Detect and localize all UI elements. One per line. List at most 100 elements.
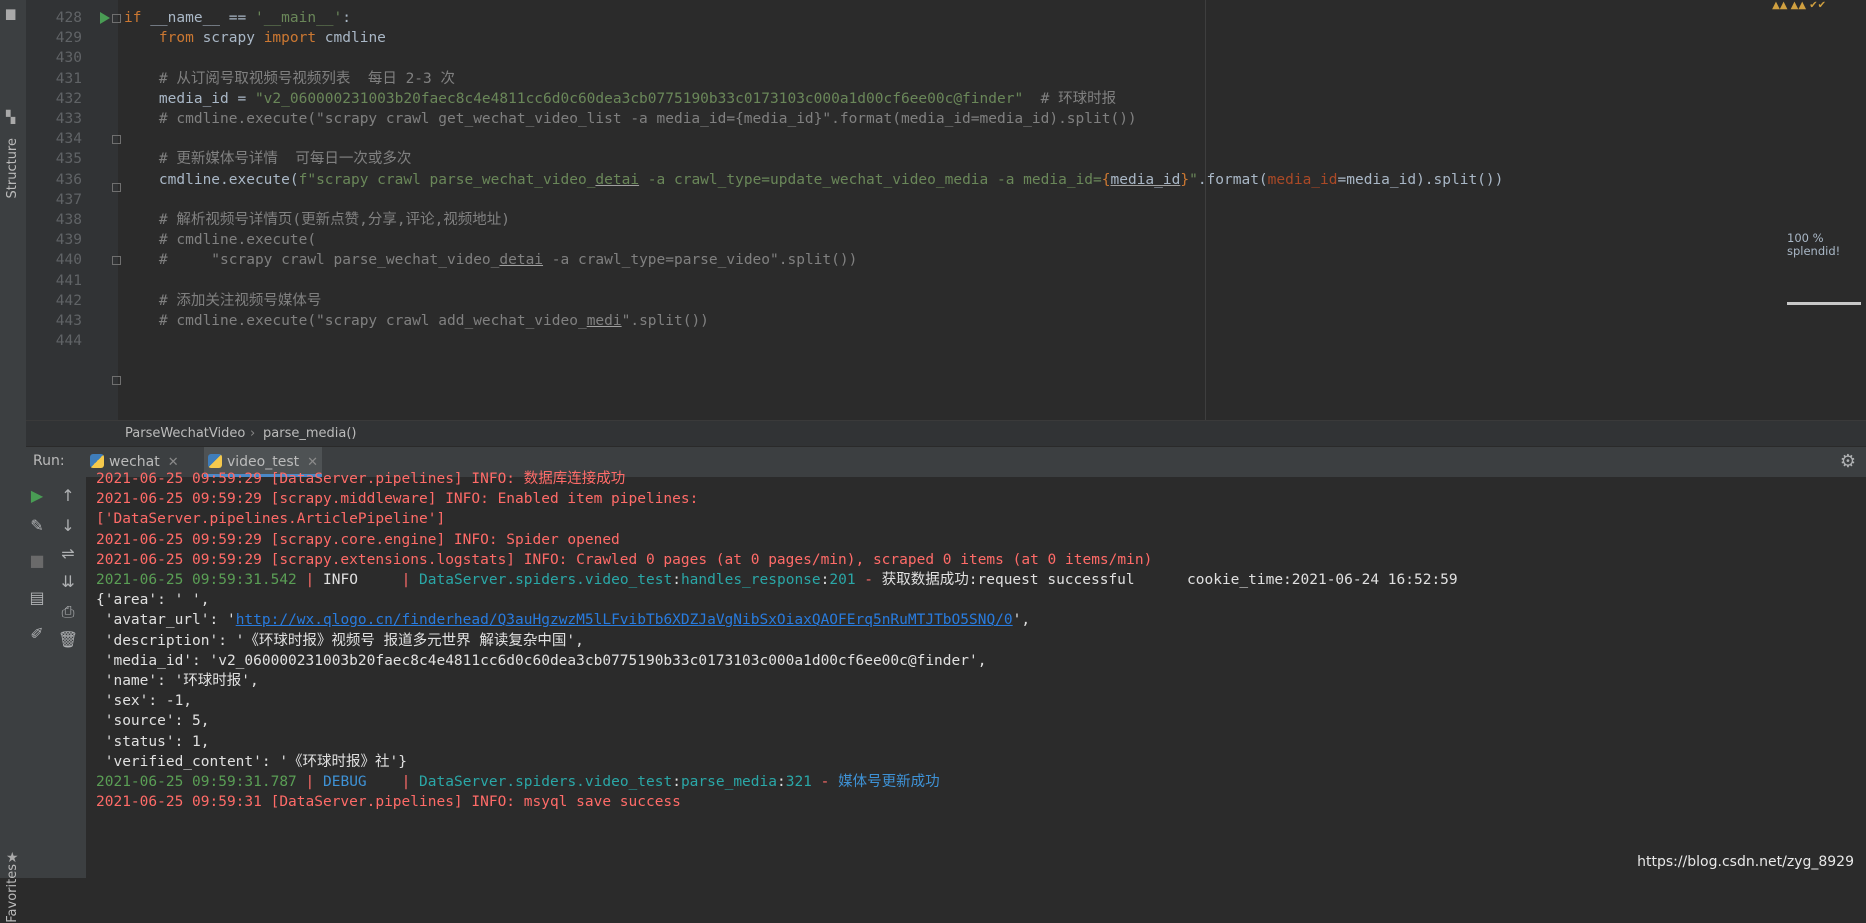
project-tool-button[interactable]: ▆ — [0, 6, 26, 26]
inspection-status: 100 % splendid! — [1787, 232, 1861, 258]
code-token: medi — [586, 313, 622, 329]
line-number: 444 — [55, 333, 82, 350]
structure-icon: ▚ — [6, 110, 16, 124]
code-token: detai — [499, 252, 544, 269]
stop-icon[interactable]: ■ — [26, 550, 48, 572]
code-token: import — [263, 30, 325, 47]
trash-icon[interactable]: 🗑 — [57, 629, 79, 651]
arrow-down-icon[interactable]: ↓ — [57, 515, 79, 537]
console-token: {'area': ' ', — [96, 592, 210, 609]
code-token: "v2_060000231003b20faec8c4e4811cc6d0c60d… — [254, 90, 1024, 107]
favorites-label: Favorites — [5, 864, 20, 923]
run-toolbar: ▶ ↑ ✎ ↓ ⇌ ■ ⇊ ▤ ⎙ ✐ 🗑 — [26, 477, 86, 878]
console-token: handles_response — [680, 572, 821, 588]
console-token: DataServer.spiders.video_test — [419, 572, 673, 588]
console-token: 2021-06-25 09:59:29 [scrapy.middleware] … — [96, 491, 699, 508]
console-output[interactable]: 2021-06-25 09:59:29 [DataServer.pipeline… — [86, 471, 1866, 878]
code-token: f"scrapy crawl parse_wechat_video_ — [298, 171, 596, 188]
fold-marker-icon[interactable] — [112, 256, 121, 265]
console-token: DataServer.spiders.video_test — [419, 774, 673, 790]
console-token: 'status': 1, — [96, 733, 210, 750]
breadcrumb: ParseWechatVideo › parse_media() — [26, 420, 1866, 447]
code-token: # 从订阅号取视频号视频列表 每日 2-3 次 — [124, 70, 455, 87]
code-line[interactable]: 444 — [26, 329, 1826, 353]
scroll-to-end-icon[interactable]: ⇊ — [57, 571, 79, 593]
code-token: detai — [595, 171, 640, 188]
code-token: } — [1180, 171, 1190, 188]
star-icon: ★ — [6, 850, 19, 866]
favorites-tool-button[interactable]: Favorites — [0, 780, 26, 923]
folder-icon: ▆ — [6, 6, 16, 20]
code-token: ".split()) — [621, 313, 709, 329]
code-token: { — [1101, 171, 1111, 188]
console-token: | — [296, 572, 323, 588]
code-token: -a crawl_type=update_wechat_video_media … — [639, 171, 1102, 188]
console-token: 获取数据成功:request successful cookie_time:20… — [881, 572, 1458, 588]
console-token: 'sex': -1, — [96, 693, 193, 710]
fold-marker-icon[interactable] — [112, 14, 121, 23]
console-token: - — [811, 774, 839, 790]
console-token: INFO — [323, 572, 393, 588]
console-token: : — [776, 774, 786, 790]
console-token: ', — [1012, 612, 1031, 629]
code-token: .format( — [1197, 171, 1268, 188]
console-token: 201 — [829, 572, 856, 588]
gear-icon[interactable]: ⚙ — [1840, 451, 1856, 472]
code-token: " — [1189, 171, 1198, 188]
pin-icon[interactable]: ✐ — [26, 623, 48, 645]
code-token: =media_id).split()) — [1337, 171, 1504, 188]
code-token: media_id — [1110, 171, 1181, 188]
breadcrumb-class[interactable]: ParseWechatVideo — [125, 421, 245, 447]
console-token: DEBUG — [323, 774, 393, 790]
inspection-text: splendid! — [1787, 244, 1841, 258]
console-token: 媒体号更新成功 — [838, 774, 940, 790]
arrow-up-icon[interactable]: ↑ — [57, 485, 79, 507]
python-icon — [208, 454, 222, 468]
code-token: cmdline.execute( — [124, 171, 299, 188]
console-token: | — [392, 572, 420, 588]
console-token: 'name': '环球时报', — [96, 673, 259, 689]
console-line: 2021-06-25 09:59:31 [DataServer.pipeline… — [96, 790, 681, 814]
code-token: media_id = — [124, 90, 255, 107]
console-token: 'verified_content': '《环球时报》社'} — [96, 753, 408, 770]
console-token: 2021-06-25 09:59:29 [scrapy.core.engine]… — [96, 531, 620, 548]
print-icon[interactable]: ⎙ — [57, 601, 79, 623]
console-token: 'avatar_url': ' — [96, 612, 236, 629]
console-token: : — [672, 774, 681, 790]
code-token: scrapy — [202, 30, 264, 47]
code-token: # cmdline.execute("scrapy crawl get_wech… — [124, 111, 1137, 127]
console-token: 'media_id': 'v2_060000231003b20faec8c4e4… — [96, 652, 987, 669]
console-token: | — [296, 774, 323, 790]
code-token: -a crawl_type=parse_video".split()) — [543, 252, 858, 269]
code-token: cmdline — [324, 30, 386, 47]
breadcrumb-separator: › — [250, 426, 256, 441]
run-main-icon[interactable] — [100, 12, 110, 24]
python-icon — [90, 454, 104, 468]
console-token: 2021-06-25 09:59:31.787 — [96, 774, 297, 790]
layout-icon[interactable]: ▤ — [26, 587, 48, 609]
fold-marker-icon[interactable] — [112, 135, 121, 144]
code-token: : — [342, 10, 352, 26]
console-token: - — [855, 572, 882, 588]
console-line: 2021-06-25 09:59:31.542 | INFO | DataSer… — [96, 568, 1458, 592]
code-token: # 更新媒体号详情 可每日一次或多次 — [124, 151, 412, 168]
code-token: __name__ == — [150, 10, 255, 26]
console-token: | — [392, 774, 420, 790]
console-token: parse_media — [680, 774, 777, 790]
wrench-icon[interactable]: ✎ — [26, 515, 48, 537]
fold-marker-icon[interactable] — [112, 183, 121, 192]
breadcrumb-method[interactable]: parse_media() — [263, 421, 356, 447]
inspection-widget-icons[interactable]: ▲▲ ▲▲ ✔✔ — [1772, 0, 1826, 11]
console-link[interactable]: http://wx.qlogo.cn/finderhead/Q3auHgzwzM… — [236, 612, 1013, 628]
code-token: # cmdline.execute("scrapy crawl add_wech… — [124, 313, 587, 329]
console-token: 2021-06-25 09:59:31.542 — [96, 572, 297, 588]
code-editor[interactable]: 428 if __name__ == '__main__': 429 from sc… — [26, 0, 1866, 420]
console-token: 321 — [785, 774, 812, 790]
soft-wrap-icon[interactable]: ⇌ — [57, 543, 79, 565]
rerun-icon[interactable]: ▶ — [26, 485, 48, 507]
code-token: '__main__' — [254, 10, 343, 26]
console-token: : — [672, 572, 681, 588]
console-token: 2021-06-25 09:59:29 [DataServer.pipeline… — [96, 471, 626, 487]
fold-marker-icon[interactable] — [112, 376, 121, 385]
